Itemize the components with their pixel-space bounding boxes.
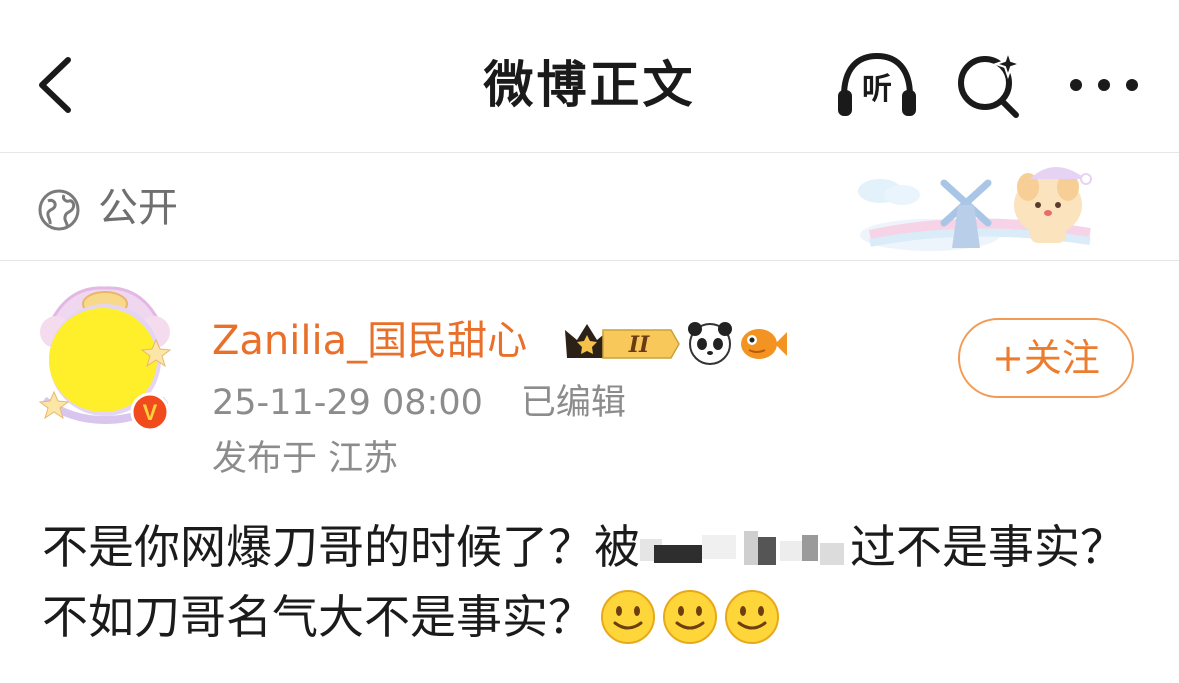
redaction-mosaic bbox=[640, 518, 850, 565]
visibility-divider bbox=[0, 260, 1179, 261]
more-dots-icon[interactable] bbox=[1066, 60, 1142, 110]
avatar[interactable]: V bbox=[30, 280, 180, 432]
post-meta-line: 25-11-29 08:00 已编辑 bbox=[212, 380, 626, 426]
user-badges: II bbox=[563, 318, 793, 366]
post-text-part1: 不是你网爆刀哥的时候了？被 bbox=[42, 520, 640, 574]
search-sparkle-icon[interactable] bbox=[954, 50, 1024, 120]
post-content: 不是你网爆刀哥的时候了？被 过不是事实？不如刀哥名气大不是事实？ bbox=[42, 512, 1162, 652]
vip-crown-badge-icon[interactable]: II bbox=[565, 324, 680, 359]
top-navigation-bar: 微博正文 听 bbox=[0, 0, 1179, 152]
verified-v-mark: V bbox=[143, 400, 158, 425]
verified-v-icon: V bbox=[130, 392, 170, 432]
post-location: 发布于 江苏 bbox=[212, 439, 399, 479]
author-name[interactable]: Zanilia_国民甜心 bbox=[212, 314, 527, 368]
listen-button[interactable]: 听 bbox=[834, 50, 920, 120]
panda-icon[interactable] bbox=[688, 322, 732, 365]
visibility-label: 公开 bbox=[98, 185, 178, 231]
vip-level-text: II bbox=[628, 332, 650, 358]
edited-label[interactable]: 已编辑 bbox=[521, 383, 626, 423]
smile-emoji-icon bbox=[725, 590, 779, 644]
visibility-row: 公开 bbox=[0, 153, 1179, 260]
post-timestamp: 25-11-29 08:00 bbox=[212, 383, 483, 423]
smile-emoji-icon bbox=[663, 590, 717, 644]
globe-icon bbox=[38, 189, 80, 231]
orange-fish-icon[interactable] bbox=[741, 329, 787, 359]
smile-emoji-icon bbox=[601, 590, 655, 644]
listen-label: 听 bbox=[862, 72, 892, 107]
windmill-decoration-image bbox=[858, 167, 1092, 251]
follow-button[interactable]: +关注 bbox=[958, 318, 1134, 398]
